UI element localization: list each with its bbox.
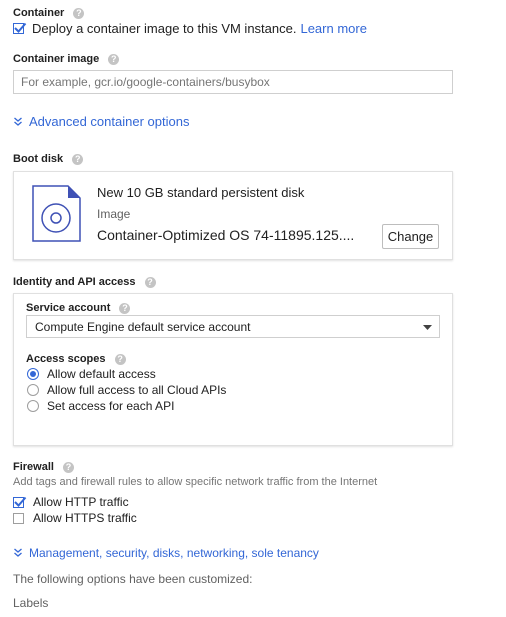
firewall-help-icon[interactable]: ?	[63, 461, 75, 473]
customized-note: The following options have been customiz…	[13, 572, 253, 586]
advanced-container-options-link[interactable]: Advanced container options	[13, 114, 189, 129]
firewall-http-row: Allow HTTP traffic	[13, 495, 129, 509]
scope-default-radio[interactable]	[27, 368, 39, 380]
service-account-help-icon[interactable]: ?	[119, 302, 131, 314]
scope-option-full[interactable]: Allow full access to all Cloud APIs	[27, 383, 226, 397]
deploy-container-row: Deploy a container image to this VM inst…	[13, 21, 367, 36]
allow-https-label: Allow HTTPS traffic	[33, 511, 137, 525]
boot-disk-image-value: Container-Optimized OS 74-11895.125....	[97, 227, 355, 243]
scope-default-label: Allow default access	[47, 367, 156, 381]
service-account-value: Compute Engine default service account	[35, 320, 251, 334]
change-boot-disk-button[interactable]: Change	[382, 224, 439, 249]
container-image-label: Container image ?	[13, 53, 120, 65]
allow-http-label: Allow HTTP traffic	[33, 495, 129, 509]
scope-full-radio[interactable]	[27, 384, 39, 396]
identity-card: Service account ? Compute Engine default…	[13, 293, 453, 446]
double-chevron-down-icon	[14, 117, 22, 126]
firewall-label: Firewall ?	[13, 461, 75, 473]
checkmark-icon	[14, 22, 27, 33]
deploy-container-checkbox[interactable]	[13, 22, 27, 34]
boot-disk-image-label: Image	[97, 207, 131, 221]
management-options-label: Management, security, disks, networking,…	[29, 546, 319, 560]
disk-icon	[32, 185, 81, 242]
scope-option-each[interactable]: Set access for each API	[27, 399, 174, 413]
dropdown-arrow-icon	[423, 325, 432, 330]
container-section-label: Container ?	[13, 7, 85, 19]
management-options-link[interactable]: Management, security, disks, networking,…	[13, 546, 319, 560]
boot-disk-title: New 10 GB standard persistent disk	[97, 185, 305, 200]
boot-disk-help-icon[interactable]: ?	[72, 153, 84, 165]
access-scopes-help-icon[interactable]: ?	[114, 353, 126, 365]
allow-https-checkbox[interactable]	[13, 512, 24, 524]
advanced-container-options-label: Advanced container options	[29, 114, 190, 129]
service-account-select[interactable]: Compute Engine default service account	[26, 315, 440, 338]
deploy-container-label: Deploy a container image to this VM inst…	[32, 21, 297, 36]
scope-option-default[interactable]: Allow default access	[27, 367, 156, 381]
scope-each-radio[interactable]	[27, 400, 39, 412]
firewall-https-row: Allow HTTPS traffic	[13, 511, 137, 525]
checkmark-icon	[14, 496, 27, 507]
labels-heading: Labels	[13, 596, 49, 610]
allow-http-checkbox[interactable]	[13, 496, 27, 508]
container-help-icon[interactable]: ?	[73, 7, 85, 19]
access-scopes-label: Access scopes ?	[26, 353, 126, 365]
service-account-label: Service account ?	[26, 302, 131, 314]
scope-full-label: Allow full access to all Cloud APIs	[47, 383, 227, 397]
double-chevron-down-icon	[14, 548, 22, 557]
boot-disk-label: Boot disk ?	[13, 153, 84, 165]
firewall-description: Add tags and firewall rules to allow spe…	[13, 476, 378, 488]
learn-more-link[interactable]: Learn more	[300, 21, 366, 36]
container-image-help-icon[interactable]: ?	[108, 53, 120, 65]
identity-section-label: Identity and API access ?	[13, 276, 156, 288]
boot-disk-card: New 10 GB standard persistent disk Image…	[13, 171, 453, 260]
scope-each-label: Set access for each API	[47, 399, 175, 413]
container-image-input[interactable]	[13, 70, 453, 94]
identity-help-icon[interactable]: ?	[144, 276, 156, 288]
